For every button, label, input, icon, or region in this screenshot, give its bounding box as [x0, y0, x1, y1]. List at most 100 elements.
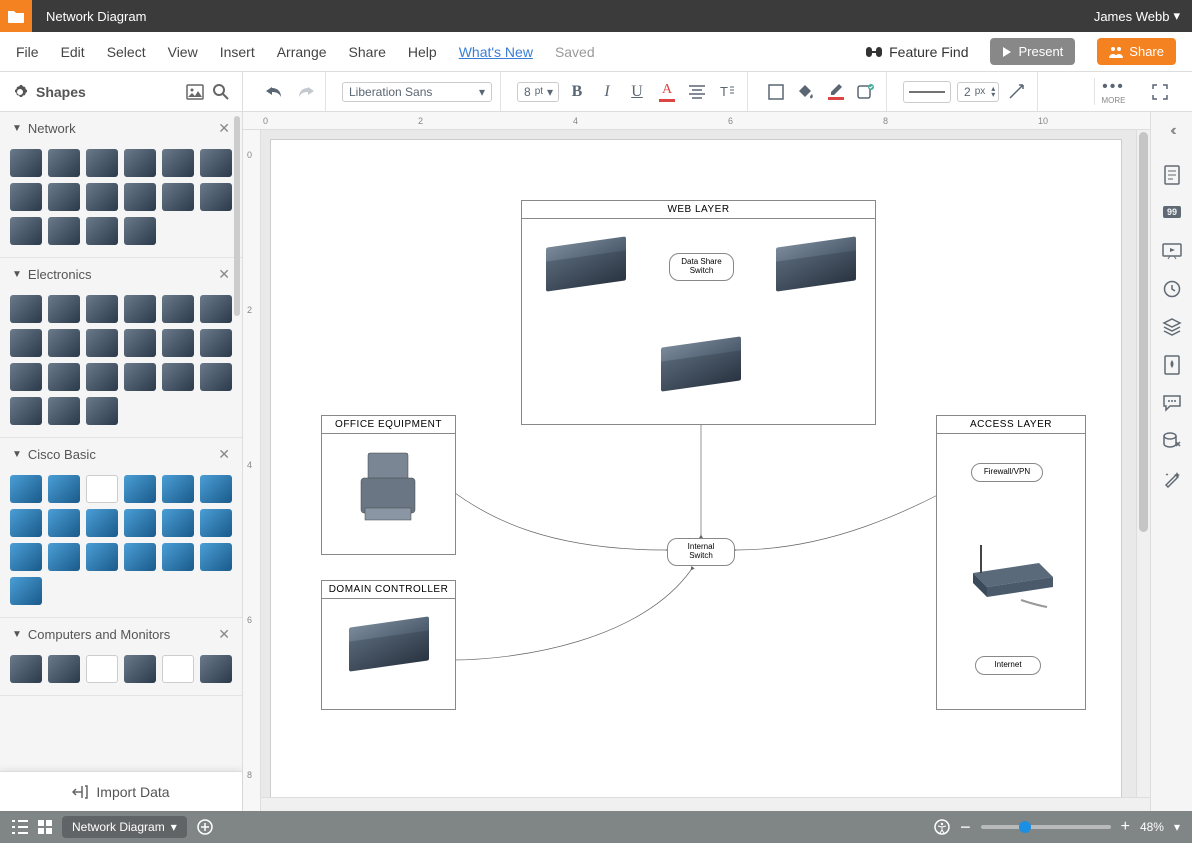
switch-device[interactable] [546, 250, 626, 286]
italic-button[interactable]: I [595, 80, 619, 104]
router-device[interactable] [961, 535, 1051, 615]
shape-item[interactable] [10, 217, 42, 245]
shape-item[interactable] [200, 363, 232, 391]
line-width-select[interactable]: 2 px▴▾ [957, 82, 999, 102]
menu-whats-new[interactable]: What's New [459, 44, 533, 60]
zoom-in-button[interactable]: + [1121, 818, 1130, 836]
web-layer-box[interactable]: WEB LAYER [521, 200, 876, 425]
theme-icon[interactable] [1161, 354, 1183, 376]
import-data-button[interactable]: Import Data [0, 771, 242, 811]
add-page-button[interactable] [197, 819, 213, 835]
close-icon[interactable]: ✕ [218, 446, 230, 463]
shape-item[interactable] [48, 397, 80, 425]
menu-edit[interactable]: Edit [61, 44, 85, 60]
shape-item[interactable] [162, 363, 194, 391]
chevron-down-icon[interactable]: ▾ [1174, 820, 1180, 834]
canvas-scrollbar-vertical[interactable] [1136, 130, 1150, 797]
gear-icon[interactable] [12, 84, 28, 100]
shape-item[interactable] [200, 509, 232, 537]
close-icon[interactable]: ✕ [218, 120, 230, 137]
underline-button[interactable]: U [625, 80, 649, 104]
page-settings-icon[interactable] [1161, 164, 1183, 186]
document-title[interactable]: Network Diagram [46, 9, 146, 24]
font-select[interactable]: Liberation Sans▾ [342, 82, 492, 102]
shape-item[interactable] [86, 397, 118, 425]
shape-item[interactable] [86, 329, 118, 357]
presentation-icon[interactable] [1161, 240, 1183, 262]
shape-item[interactable] [124, 295, 156, 323]
comments-icon[interactable]: 99 [1161, 202, 1183, 224]
close-icon[interactable]: ✕ [218, 626, 230, 643]
align-button[interactable] [685, 80, 709, 104]
canvas[interactable]: 0 2 4 6 8 10 0 2 4 6 8 [243, 112, 1150, 811]
history-icon[interactable] [1161, 278, 1183, 300]
accessibility-icon[interactable] [934, 819, 950, 835]
shape-item[interactable] [200, 183, 232, 211]
shape-item[interactable] [48, 543, 80, 571]
shape-item[interactable] [124, 149, 156, 177]
internal-switch-label[interactable]: Internal Switch [667, 538, 735, 566]
shape-item[interactable] [162, 475, 194, 503]
share-button[interactable]: Share [1097, 38, 1176, 65]
menu-view[interactable]: View [168, 44, 198, 60]
shape-item[interactable] [162, 329, 194, 357]
shape-item[interactable] [86, 363, 118, 391]
shape-item[interactable] [10, 183, 42, 211]
bold-button[interactable]: B [565, 80, 589, 104]
shape-item[interactable] [86, 509, 118, 537]
server-device[interactable] [349, 630, 429, 666]
diagram-page[interactable]: WEB LAYER Data Share Switch OFFICE EQUIP… [271, 140, 1121, 800]
menu-select[interactable]: Select [107, 44, 146, 60]
shape-options-button[interactable] [854, 80, 878, 104]
user-menu[interactable]: James Webb ▾ [1094, 8, 1180, 24]
shape-tool-button[interactable] [764, 80, 788, 104]
undo-button[interactable] [263, 80, 287, 104]
scrollbar-thumb[interactable] [234, 116, 240, 316]
line-style-select[interactable] [903, 81, 951, 103]
shape-item[interactable] [124, 475, 156, 503]
zoom-level[interactable]: 48% [1140, 820, 1164, 834]
shape-item[interactable] [124, 217, 156, 245]
shape-item[interactable] [10, 295, 42, 323]
shape-item[interactable] [10, 509, 42, 537]
shape-item[interactable] [10, 475, 42, 503]
menu-share[interactable]: Share [349, 44, 386, 60]
shape-item[interactable] [48, 363, 80, 391]
shape-item[interactable] [124, 655, 156, 683]
shape-item[interactable] [200, 329, 232, 357]
shape-item[interactable] [162, 183, 194, 211]
internet-label[interactable]: Internet [975, 656, 1041, 675]
grid-view-icon[interactable] [38, 820, 52, 834]
collapse-right-button[interactable]: ‹‹ [1170, 118, 1173, 148]
shape-item[interactable] [86, 149, 118, 177]
shape-item[interactable] [86, 655, 118, 683]
library-computers-header[interactable]: ▼ Computers and Monitors ✕ [0, 618, 242, 651]
shape-item[interactable] [162, 509, 194, 537]
layers-icon[interactable] [1161, 316, 1183, 338]
shape-item[interactable] [48, 149, 80, 177]
shape-item[interactable] [86, 183, 118, 211]
library-cisco-header[interactable]: ▼ Cisco Basic ✕ [0, 438, 242, 471]
shape-item[interactable] [48, 183, 80, 211]
shape-item[interactable] [200, 475, 232, 503]
switch-device[interactable] [661, 350, 741, 386]
close-icon[interactable]: ✕ [218, 266, 230, 283]
shape-item[interactable] [48, 295, 80, 323]
shape-item[interactable] [86, 543, 118, 571]
shape-item[interactable] [10, 655, 42, 683]
shape-item[interactable] [200, 543, 232, 571]
fullscreen-button[interactable] [1148, 80, 1172, 104]
search-icon[interactable] [212, 83, 230, 101]
library-network-header[interactable]: ▼ Network ✕ [0, 112, 242, 145]
shape-item[interactable] [124, 543, 156, 571]
list-view-icon[interactable] [12, 820, 28, 834]
printer-device[interactable] [353, 448, 423, 518]
shape-item[interactable] [200, 149, 232, 177]
page-tab[interactable]: Network Diagram ▾ [62, 816, 187, 838]
library-electronics-header[interactable]: ▼ Electronics ✕ [0, 258, 242, 291]
shape-item[interactable] [10, 577, 42, 605]
shape-item[interactable] [86, 475, 118, 503]
feature-find[interactable]: Feature Find [865, 44, 968, 60]
shape-item[interactable] [48, 475, 80, 503]
zoom-slider[interactable] [981, 825, 1111, 829]
